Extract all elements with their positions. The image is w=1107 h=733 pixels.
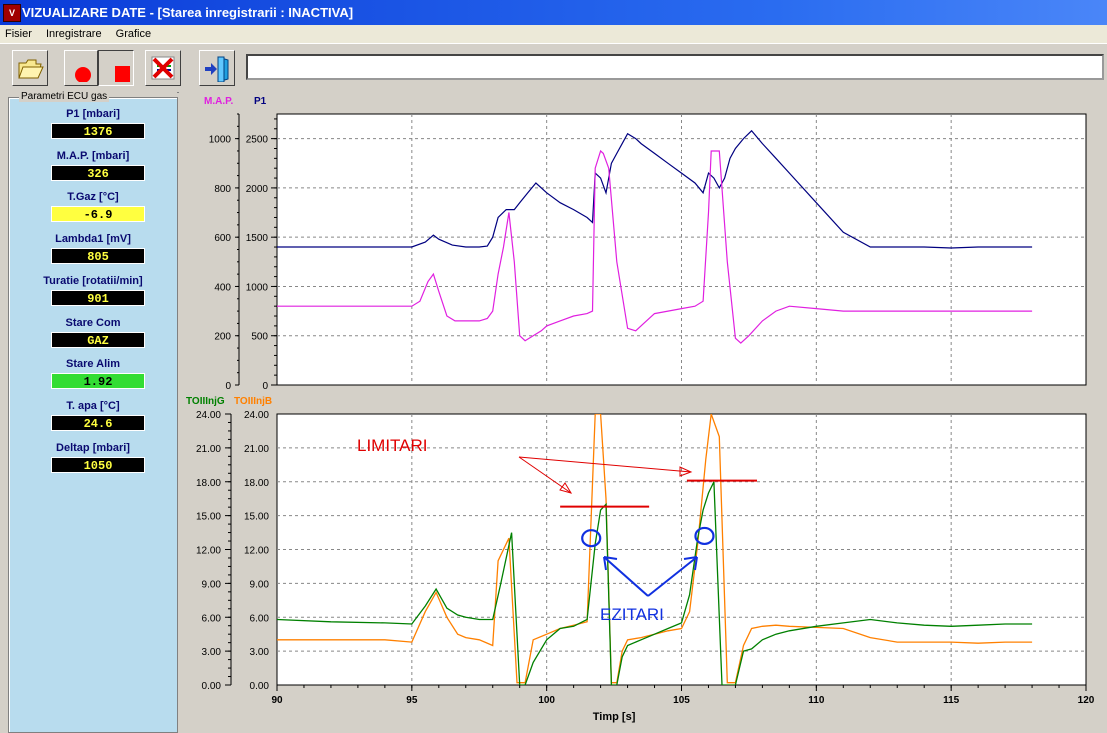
y-right-tick-label: 21.00 <box>244 444 269 455</box>
y-right-tick-label: 2000 <box>246 184 269 195</box>
y-tick-label: 24.00 <box>196 410 221 421</box>
y-tick-label: 3.00 <box>202 647 222 658</box>
parameters-panel: Parametri ECU gas P1 [mbari] 1376 M.A.P. [… <box>0 91 178 733</box>
param-label: Deltap [mbari] <box>56 441 130 454</box>
exit-button[interactable] <box>199 50 235 86</box>
y-right-tick-label: 1500 <box>246 233 269 244</box>
y-left-tick-label: 200 <box>214 332 231 343</box>
record-button[interactable] <box>64 50 98 86</box>
stop-square-icon <box>115 66 130 82</box>
param-label: T.Gaz [°C] <box>67 191 119 204</box>
y-tick-label: 0.00 <box>202 681 222 692</box>
y-left-tick-label: 800 <box>214 184 231 195</box>
y-left-tick-label: 1000 <box>209 135 232 146</box>
param-value: -6.9 <box>51 206 145 223</box>
param-value: 1376 <box>51 123 145 139</box>
record-dot-icon <box>75 67 91 82</box>
exit-door-icon <box>205 56 229 82</box>
y-right-tick-label: 3.00 <box>250 647 270 658</box>
y-left-tick-label: 400 <box>214 282 231 293</box>
param-value: 901 <box>51 289 145 306</box>
limitari-label: LIMITARI <box>357 436 428 455</box>
param-value: 1.92 <box>51 373 145 390</box>
y-tick-label: 18.00 <box>196 478 221 489</box>
y-tick-label: 12.00 <box>196 546 221 557</box>
y-right-tick-label: 0.00 <box>250 681 270 692</box>
chart-area: 0 200 400 600 800 1000 0 500 1000 1500 2000 2500 M.A… <box>179 91 1107 732</box>
y-left-tick-label: 0 <box>225 381 231 392</box>
param-value: 24.6 <box>51 414 145 431</box>
x-tick-label: 90 <box>271 695 283 706</box>
legend-p1: P1 <box>254 96 267 107</box>
x-tick-label: 120 <box>1078 695 1095 706</box>
x-tick-label: 115 <box>943 695 960 706</box>
param-label: M.A.P. [mbari] <box>56 149 130 162</box>
menu-fisier[interactable]: Fisier <box>5 28 32 40</box>
stop-button[interactable] <box>98 50 134 86</box>
y-right-tick-label: 12.00 <box>244 546 269 557</box>
param-label: Lambda1 [mV] <box>55 233 131 246</box>
app-icon[interactable]: V <box>3 4 21 22</box>
y-tick-label: 9.00 <box>202 579 222 590</box>
legend-toiiinjg: TOIIInjG <box>186 396 225 407</box>
x-tick-label: 105 <box>673 695 690 706</box>
param-label: Stare Com <box>65 316 121 329</box>
y-left-tick-label: 600 <box>214 233 231 244</box>
open-folder-button[interactable] <box>12 50 48 86</box>
menu-grafice[interactable]: Grafice <box>116 28 151 40</box>
y-right-tick-label: 9.00 <box>250 579 270 590</box>
x-tick-label: 110 <box>808 695 825 706</box>
y-right-tick-label: 6.00 <box>250 613 270 624</box>
x-tick-label: 100 <box>538 695 555 706</box>
param-value: 326 <box>51 164 145 181</box>
y-tick-label: 6.00 <box>202 613 222 624</box>
x-tick-label: 95 <box>406 695 418 706</box>
y-right-tick-label: 18.00 <box>244 478 269 489</box>
legend-map: M.A.P. <box>204 96 233 107</box>
delete-x-icon <box>151 56 175 80</box>
y-right-tick-label: 500 <box>251 332 268 343</box>
y-tick-label: 21.00 <box>196 444 221 455</box>
menu-bar: Fisier Inregistrare Grafice <box>0 25 1107 43</box>
y-right-tick-label: 24.00 <box>244 410 269 421</box>
window-title: VIZUALIZARE DATE - [Starea inregistrarii… <box>22 5 354 20</box>
folder-icon <box>18 59 44 79</box>
group-title: Parametri ECU gas <box>19 91 110 102</box>
param-label: P1 [mbari] <box>66 108 120 120</box>
charts-svg: 0 200 400 600 800 1000 0 500 1000 1500 2000 2500 M.A… <box>186 96 1095 723</box>
param-label: T. apa [°C] <box>66 399 120 412</box>
y-right-tick-label: 1000 <box>246 282 269 293</box>
y-right-tick-label: 15.00 <box>244 512 269 523</box>
clear-button[interactable] <box>145 50 181 86</box>
y-tick-label: 15.00 <box>196 512 221 523</box>
param-value: 1050 <box>51 456 145 473</box>
toolbar <box>0 43 1107 93</box>
ecu-gas-group: Parametri ECU gas P1 [mbari] 1376 M.A.P. [… <box>8 91 178 733</box>
param-label: Stare Alim <box>65 358 120 371</box>
param-label: Turatie [rotatii/min] <box>43 274 143 287</box>
y-right-tick-label: 0 <box>262 381 268 392</box>
legend-toiiinjb: TOIIInjB <box>234 396 272 407</box>
title-bar: V VIZUALIZARE DATE - [Starea inregistrar… <box>0 0 1107 25</box>
ezitari-label: EZITARI <box>600 605 664 624</box>
param-value: GAZ <box>51 331 145 348</box>
x-axis-label: Timp [s] <box>593 711 636 723</box>
y-right-tick-label: 2500 <box>246 135 269 146</box>
menu-inregistrare[interactable]: Inregistrare <box>46 28 102 40</box>
param-value: 805 <box>51 248 145 265</box>
status-field[interactable] <box>246 54 1104 80</box>
